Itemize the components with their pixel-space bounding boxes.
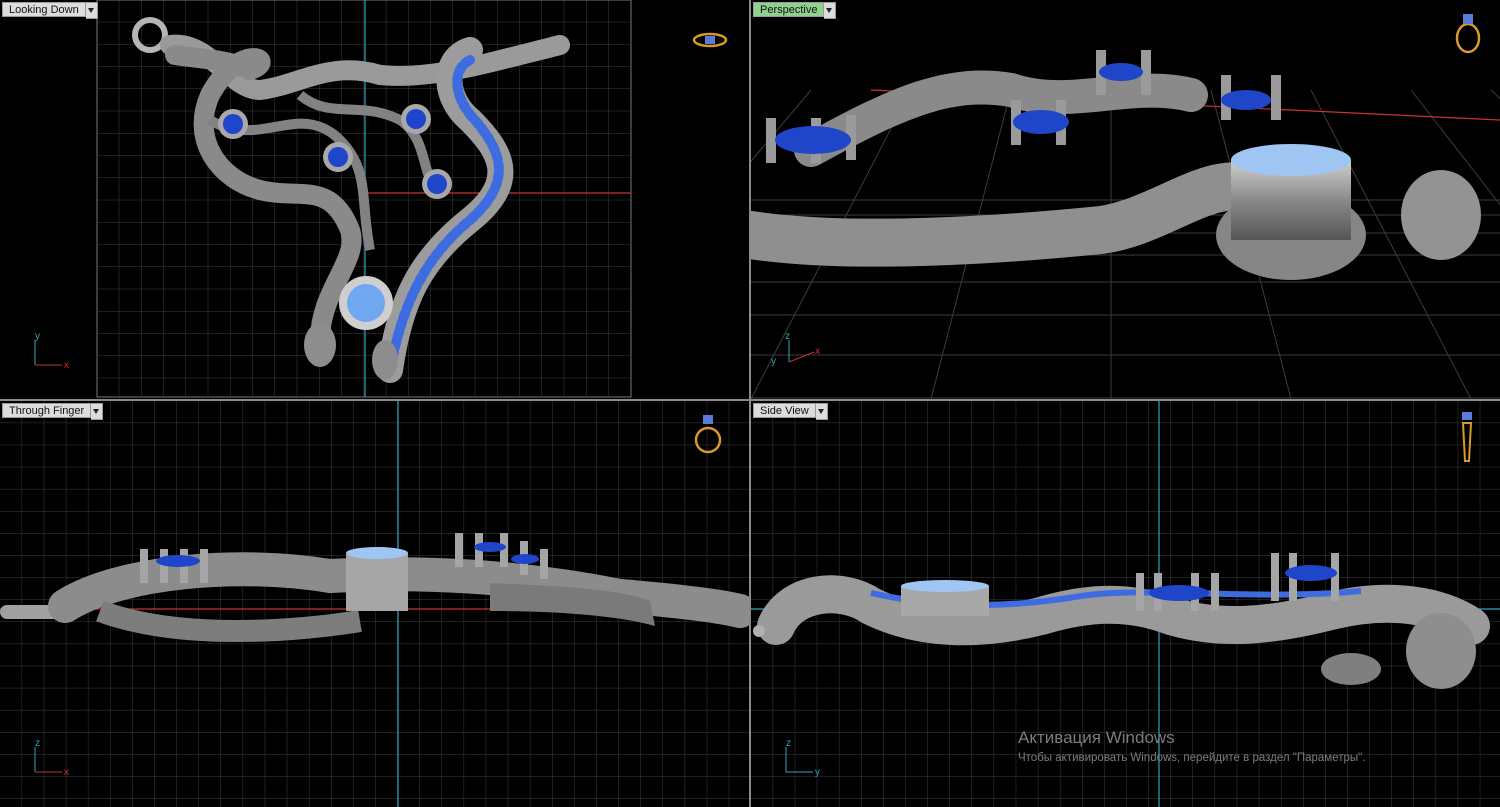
viewport-name[interactable]: Perspective xyxy=(753,2,825,17)
ring-side-view-icon[interactable] xyxy=(1455,409,1479,465)
axis-label: y xyxy=(771,356,776,367)
axis-triad: y x xyxy=(34,331,69,370)
viewport-canvas[interactable] xyxy=(0,401,749,807)
axis-label: z xyxy=(35,738,40,749)
axis-label: z xyxy=(786,738,791,749)
viewport-label[interactable]: Perspective xyxy=(753,2,837,19)
viewport-divider-horizontal[interactable] xyxy=(0,399,1500,401)
viewport-label[interactable]: Looking Down xyxy=(2,2,98,19)
axis-label: z xyxy=(785,331,790,342)
viewport-name[interactable]: Side View xyxy=(753,403,816,418)
viewport-label[interactable]: Side View xyxy=(753,403,828,420)
viewport-through-finger[interactable]: Through Finger z x xyxy=(0,401,749,807)
ring-front-view-icon[interactable] xyxy=(692,411,726,457)
viewport-name[interactable]: Through Finger xyxy=(2,403,92,418)
axis-label: x xyxy=(815,346,820,357)
model-pendant-perspective xyxy=(751,50,1481,280)
viewport-perspective[interactable]: Perspective z y x xyxy=(751,0,1500,399)
axis-triad: z x xyxy=(34,738,69,777)
viewport-menu-arrow-icon[interactable] xyxy=(85,2,98,19)
viewport-menu-arrow-icon[interactable] xyxy=(815,403,828,420)
ring-perspective-icon[interactable] xyxy=(1451,10,1485,56)
viewport-canvas[interactable] xyxy=(0,0,749,399)
viewport-menu-arrow-icon[interactable] xyxy=(91,403,104,420)
viewport-looking-down[interactable]: Looking Down y x xyxy=(0,0,749,399)
viewport-name[interactable]: Looking Down xyxy=(2,2,86,17)
viewport-label[interactable]: Through Finger xyxy=(2,403,104,420)
axis-label: y xyxy=(815,767,820,777)
ring-top-view-icon[interactable] xyxy=(692,28,732,52)
activation-watermark-title: Активация Windows xyxy=(1018,728,1175,747)
viewport-divider-vertical[interactable] xyxy=(749,0,751,807)
axis-triad: z y xyxy=(785,738,820,777)
axis-triad: z y x xyxy=(771,331,820,367)
axis-label: x xyxy=(64,360,69,370)
activation-watermark-subtitle: Чтобы активировать Windows, перейдите в … xyxy=(1018,752,1366,764)
axis-label: x xyxy=(64,767,69,777)
axis-label: y xyxy=(35,331,40,342)
viewport-menu-arrow-icon[interactable] xyxy=(824,2,837,19)
viewport-canvas[interactable] xyxy=(751,0,1500,399)
